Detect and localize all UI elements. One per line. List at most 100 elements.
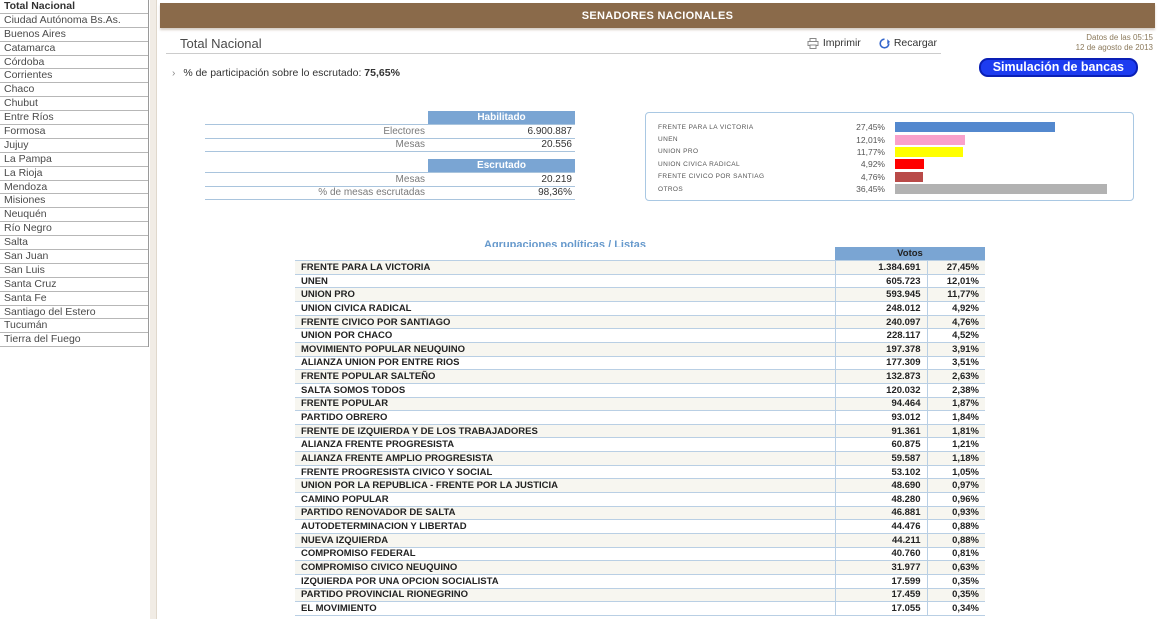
party-votes: 240.097 xyxy=(834,315,927,330)
sidebar-item[interactable]: San Juan xyxy=(0,250,148,264)
table-row: UNION POR CHACO 228.117 4,52% xyxy=(295,328,985,343)
sidebar-item[interactable]: Misiones xyxy=(0,194,148,209)
chart-category-label: UNEN xyxy=(658,136,679,144)
party-name: COMPROMISO FEDERAL xyxy=(295,547,835,562)
sidebar-item[interactable]: Córdoba xyxy=(0,56,148,70)
chart-category-label: FRENTE CIVICO POR SANTIAG xyxy=(658,173,765,181)
chart-bar-area xyxy=(895,134,1123,145)
sidebar-item[interactable]: La Rioja xyxy=(0,167,148,181)
party-votes: 248.012 xyxy=(834,301,927,316)
party-percentage: 0,35% xyxy=(926,574,985,589)
table-row: CAMINO POPULAR 48.280 0,96% xyxy=(295,492,985,507)
table-row: COMPROMISO FEDERAL 40.760 0,81% xyxy=(295,547,985,562)
participation-line: ›% de participación sobre lo escrutado: … xyxy=(172,67,400,79)
main-content: SENADORES NACIONALES Total Nacional Impr… xyxy=(158,0,1171,619)
participation-value: 75,65% xyxy=(364,67,400,79)
party-name: PARTIDO OBRERO xyxy=(295,410,835,425)
sidebar-item[interactable]: Tierra del Fuego xyxy=(0,333,148,348)
sidebar-item[interactable]: Total Nacional xyxy=(0,0,148,14)
sidebar-item[interactable]: Santa Fe xyxy=(0,292,148,306)
party-votes: 60.875 xyxy=(834,437,927,453)
table-row: ALIANZA FRENTE PROGRESISTA 60.875 1,21% xyxy=(295,437,985,453)
party-percentage: 1,81% xyxy=(926,424,985,439)
sidebar-item[interactable]: Tucumán xyxy=(0,319,148,334)
sidebar-item[interactable]: Mendoza xyxy=(0,181,148,195)
party-votes: 120.032 xyxy=(834,383,927,398)
chart-bar-area xyxy=(895,159,1123,170)
sidebar-item[interactable]: Formosa xyxy=(0,125,148,139)
print-button[interactable]: Imprimir xyxy=(807,37,861,49)
sidebar-item[interactable]: San Luis xyxy=(0,264,148,278)
chart-value-label: 4,76% xyxy=(860,171,885,182)
escrutado-value: 20.219 xyxy=(428,172,575,187)
simulation-button[interactable]: Simulación de bancas xyxy=(978,58,1138,77)
party-name: UNEN xyxy=(295,274,835,289)
party-votes: 91.361 xyxy=(834,424,927,439)
party-votes: 197.378 xyxy=(834,342,927,357)
chart-value-label: 27,45% xyxy=(856,122,885,133)
chart-value-label: 12,01% xyxy=(856,134,885,145)
chart-bar-area xyxy=(895,122,1123,133)
chart-row: UNION PRO 11,77% xyxy=(658,146,1123,158)
escrutado-label: % de mesas escrutadas xyxy=(205,185,428,200)
party-percentage: 0,93% xyxy=(926,506,985,521)
party-votes: 40.760 xyxy=(834,547,927,562)
habilitado-table: Habilitado Electores 6.900.887 Mesas 20.556 xyxy=(205,111,575,152)
party-name: FRENTE POPULAR xyxy=(295,397,835,412)
party-votes: 17.459 xyxy=(834,588,927,603)
party-name: COMPROMISO CIVICO NEUQUINO xyxy=(295,560,835,575)
chart-category-label: FRENTE PARA LA VICTORIA xyxy=(658,123,754,131)
sidebar-item[interactable]: La Pampa xyxy=(0,153,148,167)
party-votes: 593.945 xyxy=(834,287,927,303)
sidebar-item[interactable]: Entre Ríos xyxy=(0,111,148,126)
chart-category-label: OTROS xyxy=(658,185,684,193)
chart-bar xyxy=(895,184,1108,195)
sidebar-item[interactable]: Buenos Aires xyxy=(0,28,148,42)
party-votes: 1.384.691 xyxy=(834,260,927,275)
escrutado-table: Escrutado Mesas 20.219% de mesas escrutad… xyxy=(205,159,575,200)
table-row: PARTIDO RENOVADOR DE SALTA 46.881 0,93% xyxy=(295,506,985,521)
habilitado-value: 6.900.887 xyxy=(428,124,575,139)
sidebar-item[interactable]: Río Negro xyxy=(0,222,148,237)
sidebar-gutter xyxy=(150,0,157,619)
party-percentage: 1,87% xyxy=(926,397,985,412)
sidebar-item[interactable]: Jujuy xyxy=(0,139,148,153)
party-percentage: 1,18% xyxy=(926,451,985,466)
table-row: UNION PRO 593.945 11,77% xyxy=(295,287,985,303)
page-title: Total Nacional xyxy=(180,36,262,51)
votes-column-header: Votos xyxy=(835,247,985,262)
chart-category-label: UNION CIVICA RADICAL xyxy=(658,160,741,168)
party-votes: 46.881 xyxy=(834,506,927,521)
chart-bar xyxy=(895,159,924,170)
party-percentage: 0,97% xyxy=(926,478,985,494)
party-votes: 177.309 xyxy=(834,356,927,371)
party-percentage: 12,01% xyxy=(926,274,985,289)
table-row: FRENTE POPULAR 94.464 1,87% xyxy=(295,397,985,412)
party-votes: 44.476 xyxy=(834,519,927,534)
party-name: UNION PRO xyxy=(295,287,835,303)
sidebar-item[interactable]: Neuquén xyxy=(0,208,148,223)
sidebar-item[interactable]: Corrientes xyxy=(0,69,148,84)
table-row: UNION CIVICA RADICAL 248.012 4,92% xyxy=(295,301,985,316)
reload-button[interactable]: Recargar xyxy=(879,37,937,49)
sidebar-item[interactable]: Salta xyxy=(0,236,148,251)
sidebar-item[interactable]: Santa Cruz xyxy=(0,278,148,292)
party-percentage: 4,52% xyxy=(926,328,985,343)
sidebar-item[interactable]: Chaco xyxy=(0,83,148,98)
province-sidebar: Total Nacional Ciudad Autónoma Bs.As. Buen… xyxy=(0,0,149,348)
party-percentage: 0,81% xyxy=(926,547,985,562)
category-title: SENADORES NACIONALES xyxy=(581,9,734,22)
sidebar-item[interactable]: Catamarca xyxy=(0,42,148,56)
table-row: FRENTE POPULAR SALTEÑO 132.873 2,63% xyxy=(295,369,985,384)
table-row: FRENTE PARA LA VICTORIA 1.384.691 27,45% xyxy=(295,260,985,275)
toolbar: Total Nacional Imprimir Recargar xyxy=(166,34,941,54)
sidebar-item[interactable]: Chubut xyxy=(0,97,148,112)
party-name: FRENTE PROGRESISTA CIVICO Y SOCIAL xyxy=(295,465,835,480)
sidebar-item[interactable]: Ciudad Autónoma Bs.As. xyxy=(0,14,148,28)
party-votes: 17.599 xyxy=(834,574,927,589)
sidebar-item[interactable]: Santiago del Estero xyxy=(0,306,148,320)
party-percentage: 3,51% xyxy=(926,356,985,371)
party-percentage: 1,21% xyxy=(926,437,985,453)
chart-row: UNION CIVICA RADICAL 4,92% xyxy=(658,158,1123,170)
printer-icon xyxy=(807,37,819,49)
